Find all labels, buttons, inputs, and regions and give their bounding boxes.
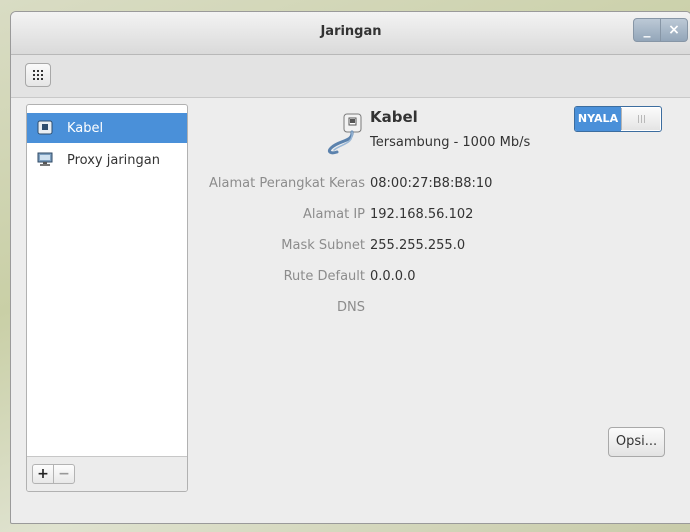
title-bar[interactable]: Jaringan _ ×: [11, 12, 690, 55]
options-button[interactable]: Opsi...: [608, 427, 665, 457]
ethernet-cable-icon: [317, 104, 377, 156]
hardware-address-label: Alamat Perangkat Keras: [209, 176, 365, 191]
ip-address-value: 192.168.56.102: [370, 207, 474, 222]
toggle-on-label: NYALA: [575, 107, 621, 131]
connection-status: Tersambung - 1000 Mb/s: [370, 135, 531, 150]
grid-icon: [33, 70, 43, 80]
sidebar-item-proxy[interactable]: Proxy jaringan: [27, 145, 187, 175]
show-all-settings-button[interactable]: [25, 63, 51, 87]
sidebar-item-label: Proxy jaringan: [67, 153, 160, 168]
ip-address-label: Alamat IP: [302, 207, 365, 222]
hardware-address-value: 08:00:27:B8:B8:10: [370, 176, 493, 191]
default-route-value: 0.0.0.0: [370, 269, 416, 284]
default-route-label: Rute Default: [283, 269, 365, 284]
wired-network-icon: [37, 120, 53, 135]
sidebar-actions: + −: [27, 456, 187, 491]
toolbar: [11, 55, 690, 98]
sidebar-item-kabel[interactable]: Kabel: [27, 113, 187, 143]
device-name: Kabel: [370, 108, 418, 126]
remove-device-button[interactable]: −: [53, 464, 75, 484]
window-title: Jaringan: [320, 24, 382, 39]
subnet-mask-label: Mask Subnet: [281, 238, 365, 253]
subnet-mask-value: 255.255.255.0: [370, 238, 466, 253]
sidebar-item-label: Kabel: [67, 121, 104, 136]
add-device-button[interactable]: +: [32, 464, 54, 484]
connection-toggle-switch[interactable]: NYALA: [574, 106, 662, 132]
proxy-computer-icon: [37, 152, 53, 167]
device-list: Kabel Proxy jaringan + −: [26, 104, 188, 492]
toggle-knob[interactable]: [621, 108, 660, 130]
close-button[interactable]: ×: [660, 18, 688, 42]
minimize-button[interactable]: _: [633, 18, 661, 42]
dns-label: DNS: [337, 300, 365, 315]
